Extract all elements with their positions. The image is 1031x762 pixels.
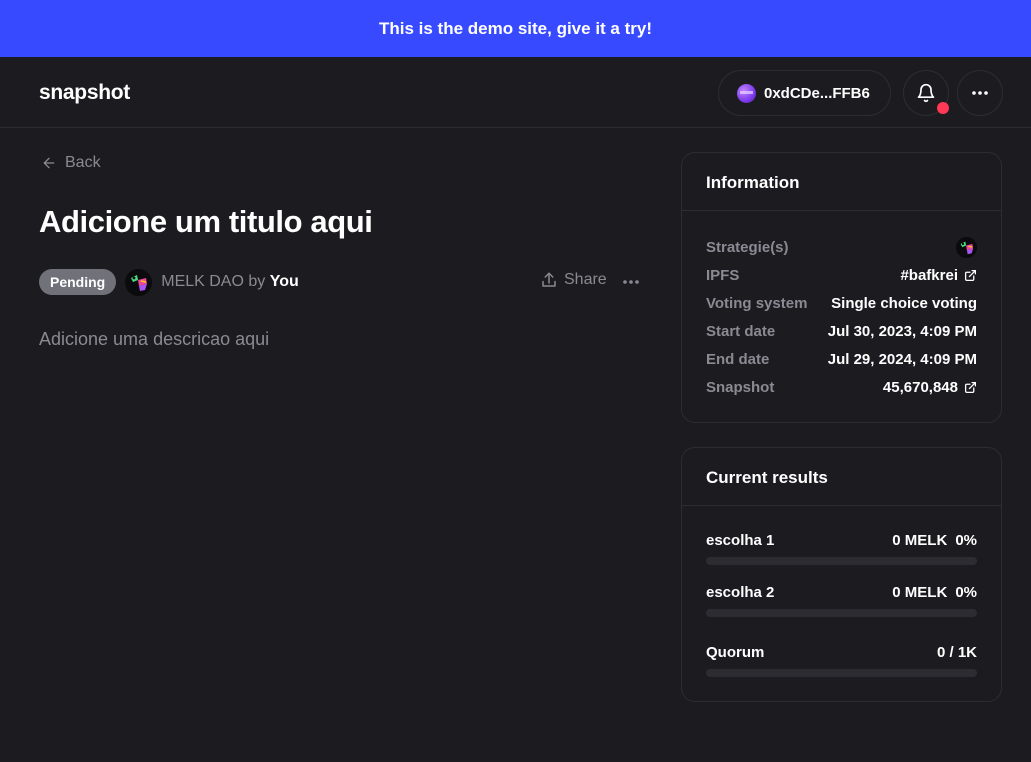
share-label: Share xyxy=(564,271,607,288)
by-label: by xyxy=(248,273,266,290)
proposal-description: Adicione uma descricao aqui xyxy=(39,329,270,349)
info-value: Jul 30, 2023, 4:09 PM xyxy=(827,322,977,340)
account-button[interactable]: 0xdCDe...FFB6 xyxy=(718,70,891,116)
info-row-voting-system: Voting system Single choice voting xyxy=(706,289,977,317)
choice-amount: 0 MELK xyxy=(892,584,948,601)
info-label: Start date xyxy=(706,322,776,340)
more-horizontal-icon xyxy=(623,280,639,284)
info-label: End date xyxy=(706,350,770,368)
space-name[interactable]: MELK DAO xyxy=(161,273,244,290)
arrow-left-icon xyxy=(43,157,55,169)
ipfs-link[interactable]: #bafkrei xyxy=(900,267,977,284)
info-row-snapshot: Snapshot 45,670,848 xyxy=(706,373,977,401)
proposal-meta: Pending MELK DAO by You xyxy=(39,268,299,296)
results-card: Current results escolha 1 0 MELK 0% escol… xyxy=(681,447,1002,702)
progress-track xyxy=(706,669,977,677)
proposal-byline: MELK DAO by You xyxy=(161,273,299,291)
strategy-avatar-icon[interactable] xyxy=(956,236,977,258)
choice-score: 0 MELK 0% xyxy=(884,532,977,549)
info-label: Voting system xyxy=(706,294,808,312)
status-badge: Pending xyxy=(39,269,117,295)
info-label: IPFS xyxy=(706,266,740,284)
choice-percent: 0% xyxy=(955,584,977,601)
info-row-strategies: Strategie(s) xyxy=(706,233,977,261)
result-choice: escolha 2 0 MELK 0% xyxy=(706,584,977,617)
more-horizontal-icon xyxy=(972,91,988,95)
snapshot-value: 45,670,848 xyxy=(882,378,958,396)
info-value: Jul 29, 2024, 4:09 PM xyxy=(827,350,977,368)
notifications-button[interactable] xyxy=(903,70,949,116)
external-link-icon xyxy=(964,269,977,281)
author-name[interactable]: You xyxy=(270,273,299,290)
share-button[interactable]: Share xyxy=(540,271,607,289)
proposal-menu-button[interactable] xyxy=(620,271,642,293)
choice-amount: 0 MELK xyxy=(892,532,948,549)
progress-track xyxy=(706,609,977,617)
choice-label: escolha 2 xyxy=(706,584,775,601)
info-row-ipfs: IPFS #bafkrei xyxy=(706,261,977,289)
brand-logo[interactable]: snapshot xyxy=(39,81,130,105)
choice-score: 0 MELK 0% xyxy=(884,584,977,601)
info-label: Snapshot xyxy=(706,378,775,396)
account-avatar-icon xyxy=(737,83,756,103)
snapshot-link[interactable]: 45,670,848 xyxy=(883,379,977,396)
ipfs-value: #bafkrei xyxy=(900,266,958,284)
info-value: Single choice voting xyxy=(831,294,977,312)
choice-label: escolha 1 xyxy=(706,532,775,549)
share-icon xyxy=(542,272,556,287)
information-card: Information Strategie(s) IPFS #bafkrei V… xyxy=(681,152,1002,423)
quorum-value: 0 / 1K xyxy=(936,644,977,661)
more-menu-button[interactable] xyxy=(957,70,1003,116)
space-avatar-icon[interactable] xyxy=(125,268,153,296)
info-label: Strategie(s) xyxy=(706,238,789,256)
demo-banner-text: This is the demo site, give it a try! xyxy=(378,18,652,38)
demo-banner: This is the demo site, give it a try! xyxy=(0,0,1031,57)
results-header: Current results xyxy=(682,448,1001,506)
account-address: 0xdCDe...FFB6 xyxy=(764,84,870,102)
progress-track xyxy=(706,557,977,565)
bell-icon xyxy=(917,83,935,103)
info-row-end-date: End date Jul 29, 2024, 4:09 PM xyxy=(706,345,977,373)
result-choice: escolha 1 0 MELK 0% xyxy=(706,532,977,565)
info-value[interactable] xyxy=(956,236,977,258)
information-header: Information xyxy=(682,153,1001,211)
back-label: Back xyxy=(65,154,101,171)
info-row-start-date: Start date Jul 30, 2023, 4:09 PM xyxy=(706,317,977,345)
choice-percent: 0% xyxy=(955,532,977,549)
top-navbar: snapshot 0xdCDe...FFB6 xyxy=(0,57,1031,128)
notification-dot xyxy=(937,102,949,114)
external-link-icon xyxy=(964,381,977,393)
back-link[interactable]: Back xyxy=(41,154,101,172)
result-quorum: Quorum 0 / 1K xyxy=(706,644,977,677)
quorum-label: Quorum xyxy=(706,644,765,661)
proposal-title: Adicione um titulo aqui xyxy=(39,204,373,239)
